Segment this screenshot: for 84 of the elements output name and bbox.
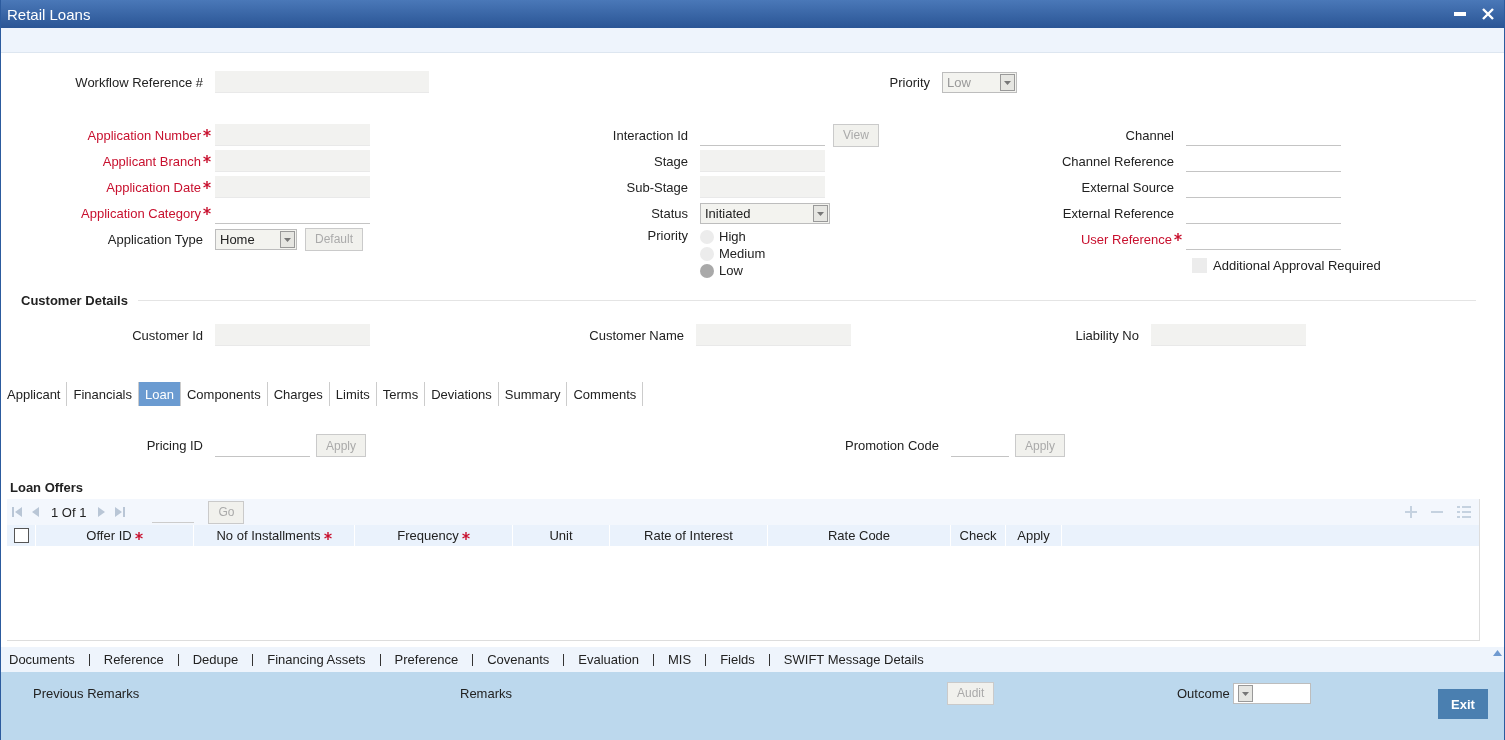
column-header: Frequency xyxy=(397,528,459,543)
previous-remarks-label: Previous Remarks xyxy=(33,685,140,701)
section-link[interactable]: Covenants xyxy=(487,652,550,667)
required-icon xyxy=(203,154,211,163)
dropdown[interactable]: Home xyxy=(215,228,297,250)
field-label: Liability No xyxy=(1075,327,1139,343)
field-label: Sub-Stage xyxy=(626,179,688,195)
dropdown-caret-icon xyxy=(280,230,295,248)
dropdown-caret-icon xyxy=(813,204,828,222)
field-label: External Reference xyxy=(1062,205,1174,221)
remarks-label: Remarks xyxy=(460,685,512,701)
list-icon[interactable] xyxy=(1457,506,1471,518)
field-label: Outcome xyxy=(1177,685,1230,701)
field-label: External Source xyxy=(1081,179,1174,195)
column-header: Rate of Interest xyxy=(644,528,733,543)
column-header: Unit xyxy=(549,528,573,543)
radio-label: Low xyxy=(719,263,743,278)
section-title: Loan Offers xyxy=(10,480,84,495)
tab[interactable]: Comments xyxy=(567,382,644,406)
column-header: Check xyxy=(959,528,997,543)
column-header: Offer ID xyxy=(86,528,132,543)
section-link[interactable]: Dedupe xyxy=(192,652,239,667)
close-icon[interactable] xyxy=(1482,8,1494,20)
section-title: Customer Details xyxy=(21,293,128,308)
field-label: Channel Reference xyxy=(1061,153,1174,169)
section-link[interactable]: Financing Assets xyxy=(267,652,366,667)
field-label: Application Category xyxy=(81,205,201,221)
field-label: Application Type xyxy=(107,231,203,247)
required-icon xyxy=(134,532,143,540)
tab[interactable]: Summary xyxy=(498,382,568,406)
required-icon xyxy=(203,128,211,137)
field-label: Customer Name xyxy=(589,327,684,343)
minimize-icon[interactable] xyxy=(1454,12,1466,16)
column-header: No of Installments xyxy=(216,528,321,543)
section-link[interactable]: MIS xyxy=(668,652,692,667)
field-label: Applicant Branch xyxy=(102,153,201,169)
add-icon[interactable] xyxy=(1405,506,1417,518)
section-link[interactable]: Fields xyxy=(720,652,755,667)
section-link[interactable]: Documents xyxy=(9,652,75,667)
section-link[interactable]: Reference xyxy=(103,652,164,667)
field-label: Status xyxy=(651,205,688,221)
field-label: Interaction Id xyxy=(612,127,688,143)
required-icon xyxy=(203,180,211,189)
tab[interactable]: Deviations xyxy=(425,382,499,406)
required-icon xyxy=(461,532,470,540)
dropdown[interactable]: Initiated xyxy=(700,202,830,224)
field-label: Priority xyxy=(889,74,930,90)
required-icon xyxy=(1174,232,1182,241)
field-label: Channel xyxy=(1125,127,1174,143)
first-page-icon[interactable] xyxy=(11,506,23,518)
field-label: Application Date xyxy=(106,179,201,195)
tab[interactable]: Terms xyxy=(376,382,426,406)
field-label: Promotion Code xyxy=(845,438,939,453)
tab[interactable]: Components xyxy=(180,382,268,406)
section-link[interactable]: Evaluation xyxy=(578,652,640,667)
radio-label: High xyxy=(719,229,746,244)
required-icon xyxy=(323,532,332,540)
dropdown-caret-icon xyxy=(1000,73,1015,91)
field-label: Pricing ID xyxy=(146,438,203,453)
column-header: Apply xyxy=(1017,528,1050,543)
field-label: Priority xyxy=(647,228,688,243)
field-label: Customer Id xyxy=(132,327,203,343)
page-indicator: 1 Of 1 xyxy=(51,504,87,520)
field-label: Workflow Reference # xyxy=(75,74,203,90)
tab[interactable]: Charges xyxy=(267,382,330,406)
tab[interactable]: Applicant xyxy=(1,382,68,406)
dropdown-caret-icon xyxy=(1237,684,1253,702)
exit-button[interactable]: Exit xyxy=(1438,689,1488,719)
select-all-checkbox[interactable] xyxy=(13,528,29,543)
scroll-up-icon[interactable] xyxy=(1493,650,1502,656)
field-label: User Reference xyxy=(1080,231,1172,247)
outcome-dropdown[interactable] xyxy=(1232,682,1311,704)
last-page-icon[interactable] xyxy=(114,506,127,518)
section-link[interactable]: Preference xyxy=(394,652,459,667)
radio-button[interactable] xyxy=(700,263,714,278)
window-title: Retail Loans xyxy=(7,5,91,23)
checkbox-label: Additional Approval Required xyxy=(1213,257,1381,273)
radio-label: Medium xyxy=(719,246,766,261)
section-link[interactable]: SWIFT Message Details xyxy=(783,652,924,667)
tab[interactable]: Limits xyxy=(329,382,377,406)
column-header: Rate Code xyxy=(827,528,891,543)
required-icon xyxy=(203,206,211,215)
field-label: Stage xyxy=(654,153,688,169)
field-label: Application Number xyxy=(87,127,201,143)
